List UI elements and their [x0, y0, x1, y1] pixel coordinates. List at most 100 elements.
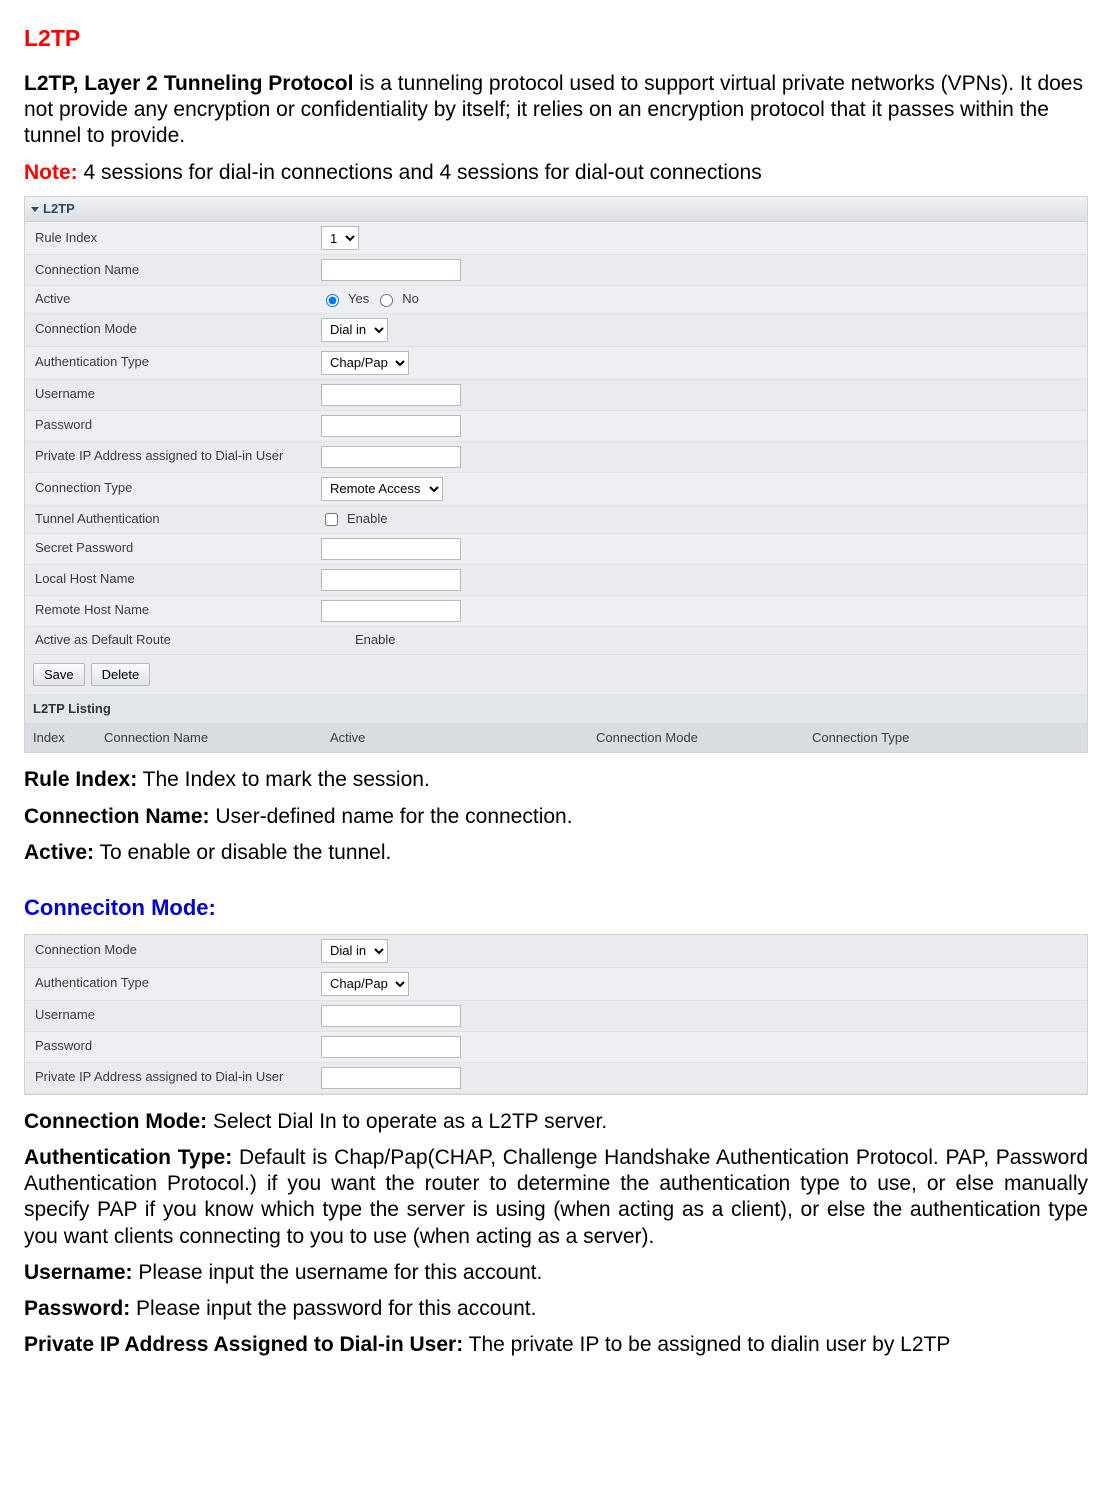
desc2-priv-ip-b: Private IP Address Assigned to Dial-in U… — [24, 1333, 463, 1356]
connection-mode-panel: Connection Mode Dial in Authentication T… — [24, 934, 1088, 1095]
label-private-ip: Private IP Address assigned to Dial-in U… — [25, 443, 315, 470]
label-auth-type: Authentication Type — [25, 349, 315, 376]
panel-title: L2TP — [25, 197, 1087, 222]
label-connection-name: Connection Name — [25, 257, 315, 284]
row-tunnel-auth: Tunnel Authentication Enable — [25, 506, 1087, 534]
note-paragraph: Note: 4 sessions for dial-in connections… — [24, 160, 1088, 186]
desc2-username-t: Please input the username for this accou… — [133, 1261, 543, 1284]
auth-type-select-2[interactable]: Chap/Pap — [321, 972, 409, 996]
row2-connection-mode: Connection Mode Dial in — [25, 935, 1087, 968]
section-heading-l2tp: L2TP — [24, 24, 1088, 53]
desc-rule-index: Rule Index: The Index to mark the sessio… — [24, 767, 1088, 793]
password-input[interactable] — [321, 415, 461, 437]
row2-password: Password — [25, 1032, 1087, 1063]
row-private-ip: Private IP Address assigned to Dial-in U… — [25, 442, 1087, 473]
auth-type-select[interactable]: Chap/Pap — [321, 351, 409, 375]
private-ip-input-2[interactable] — [321, 1067, 461, 1089]
username-input[interactable] — [321, 384, 461, 406]
desc-active-t: To enable or disable the tunnel. — [94, 841, 391, 864]
row-connection-name: Connection Name — [25, 255, 1087, 286]
desc-active-b: Active: — [24, 841, 94, 864]
row-connection-type: Connection Type Remote Access — [25, 473, 1087, 506]
remote-host-input[interactable] — [321, 600, 461, 622]
desc2-username: Username: Please input the username for … — [24, 1260, 1088, 1286]
desc-connection-name: Connection Name: User-defined name for t… — [24, 804, 1088, 830]
row-local-host: Local Host Name — [25, 565, 1087, 596]
label2-connection-mode: Connection Mode — [25, 937, 315, 964]
desc2-auth-type-b: Authentication Type: — [24, 1146, 232, 1169]
active-no-label: No — [402, 291, 419, 307]
panel-title-text: L2TP — [43, 201, 75, 216]
row-auth-type: Authentication Type Chap/Pap — [25, 347, 1087, 380]
desc2-private-ip: Private IP Address Assigned to Dial-in U… — [24, 1332, 1088, 1358]
desc-conn-name-b: Connection Name: — [24, 805, 210, 828]
label2-username: Username — [25, 1002, 315, 1029]
row-active: Active Yes No — [25, 286, 1087, 314]
tunnel-auth-checkbox[interactable] — [325, 513, 338, 526]
col-type: Connection Type — [804, 724, 1087, 752]
active-no-radio[interactable] — [380, 294, 393, 307]
note-label: Note: — [24, 161, 78, 184]
label-tunnel-auth: Tunnel Authentication — [25, 506, 315, 533]
desc2-connection-mode: Connection Mode: Select Dial In to opera… — [24, 1109, 1088, 1135]
intro-paragraph: L2TP, Layer 2 Tunneling Protocol is a tu… — [24, 71, 1088, 150]
row2-username: Username — [25, 1001, 1087, 1032]
section-heading-connection-mode: Conneciton Mode: — [24, 894, 1088, 922]
chevron-down-icon — [31, 207, 39, 212]
label-default-route: Active as Default Route — [25, 627, 315, 654]
l2tp-form-panel: L2TP Rule Index 1 Connection Name Active… — [24, 196, 1088, 754]
button-row: Save Delete — [25, 655, 1087, 695]
desc2-conn-mode-b: Connection Mode: — [24, 1110, 207, 1133]
default-route-enable-label: Enable — [355, 632, 395, 648]
connection-mode-select-2[interactable]: Dial in — [321, 939, 388, 963]
row-connection-mode: Connection Mode Dial in — [25, 314, 1087, 347]
note-text: 4 sessions for dial-in connections and 4… — [78, 161, 762, 184]
connection-name-input[interactable] — [321, 259, 461, 281]
label-username: Username — [25, 381, 315, 408]
row-rule-index: Rule Index 1 — [25, 222, 1087, 255]
desc2-auth-type: Authentication Type: Default is Chap/Pap… — [24, 1145, 1088, 1250]
row-password: Password — [25, 411, 1087, 442]
password-input-2[interactable] — [321, 1036, 461, 1058]
desc-active: Active: To enable or disable the tunnel. — [24, 840, 1088, 866]
desc2-username-b: Username: — [24, 1261, 133, 1284]
delete-button[interactable]: Delete — [91, 663, 151, 686]
secret-password-input[interactable] — [321, 538, 461, 560]
col-index: Index — [25, 724, 96, 752]
label-rule-index: Rule Index — [25, 225, 315, 252]
private-ip-input[interactable] — [321, 446, 461, 468]
col-name: Connection Name — [96, 724, 322, 752]
desc-conn-name-t: User-defined name for the connection. — [210, 805, 573, 828]
desc-rule-index-t: The Index to mark the session. — [137, 768, 430, 791]
row-secret-password: Secret Password — [25, 534, 1087, 565]
label-password: Password — [25, 412, 315, 439]
connection-type-select[interactable]: Remote Access — [321, 477, 443, 501]
label2-private-ip: Private IP Address assigned to Dial-in U… — [25, 1064, 315, 1091]
local-host-input[interactable] — [321, 569, 461, 591]
label2-password: Password — [25, 1033, 315, 1060]
desc2-priv-ip-t: The private IP to be assigned to dialin … — [463, 1333, 950, 1356]
label-secret-password: Secret Password — [25, 535, 315, 562]
save-button[interactable]: Save — [33, 663, 85, 686]
intro-bold: L2TP, Layer 2 Tunneling Protocol — [24, 72, 353, 95]
rule-index-select[interactable]: 1 — [321, 226, 359, 250]
label-active: Active — [25, 286, 315, 313]
desc2-password-b: Password: — [24, 1297, 130, 1320]
row-default-route: Active as Default Route Enable — [25, 627, 1087, 655]
row-remote-host: Remote Host Name — [25, 596, 1087, 627]
listing-title: L2TP Listing — [25, 695, 1087, 724]
desc2-password: Password: Please input the password for … — [24, 1296, 1088, 1322]
col-mode: Connection Mode — [588, 724, 804, 752]
username-input-2[interactable] — [321, 1005, 461, 1027]
listing-header: Index Connection Name Active Connection … — [25, 724, 1087, 752]
desc-rule-index-b: Rule Index: — [24, 768, 137, 791]
label-connection-mode: Connection Mode — [25, 316, 315, 343]
label-remote-host: Remote Host Name — [25, 597, 315, 624]
label-local-host: Local Host Name — [25, 566, 315, 593]
label-connection-type: Connection Type — [25, 475, 315, 502]
desc2-conn-mode-t: Select Dial In to operate as a L2TP serv… — [207, 1110, 607, 1133]
row2-auth-type: Authentication Type Chap/Pap — [25, 968, 1087, 1001]
connection-mode-select[interactable]: Dial in — [321, 318, 388, 342]
desc2-password-t: Please input the password for this accou… — [130, 1297, 536, 1320]
active-yes-radio[interactable] — [326, 294, 339, 307]
